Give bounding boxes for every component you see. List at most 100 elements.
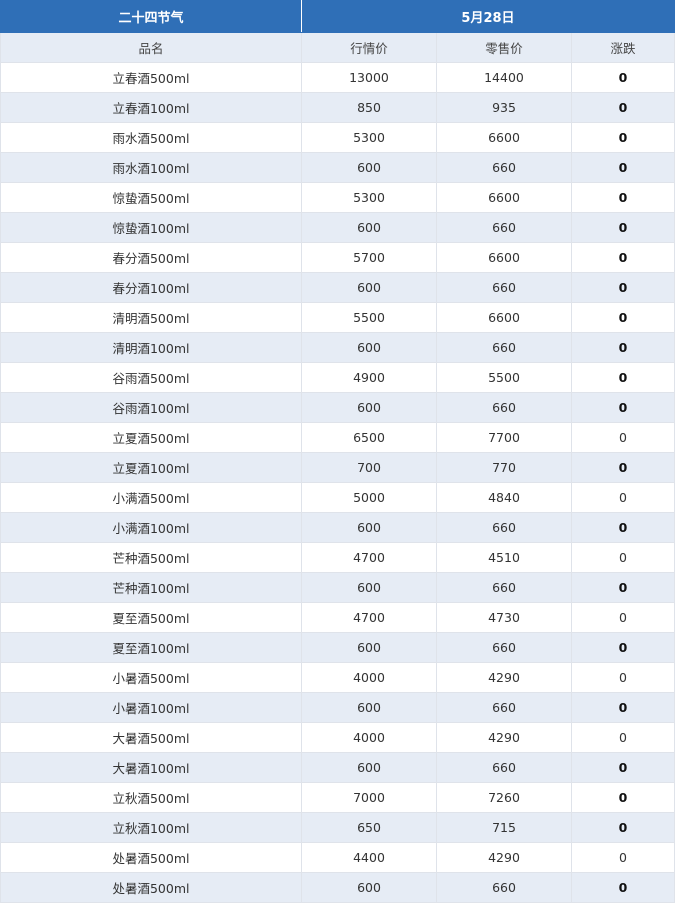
market-price-cell: 600 [301, 332, 437, 363]
market-price-cell: 6500 [301, 422, 437, 453]
product-name-cell: 谷雨酒100ml [0, 392, 302, 423]
product-name-cell: 立春酒100ml [0, 92, 302, 123]
table-row: 谷雨酒100ml 600 660 0 [0, 392, 675, 423]
date-title: 5月28日 [301, 0, 675, 33]
change-cell: 0 [571, 182, 675, 213]
table-row: 惊蛰酒100ml 600 660 0 [0, 212, 675, 243]
market-price-cell: 600 [301, 272, 437, 303]
product-name-cell: 雨水酒500ml [0, 122, 302, 153]
change-cell: 0 [571, 422, 675, 453]
table-row: 芒种酒500ml 4700 4510 0 [0, 542, 675, 573]
product-name-cell: 处暑酒500ml [0, 842, 302, 873]
market-price-cell: 4000 [301, 722, 437, 753]
table-body: 立春酒500ml 13000 14400 0 立春酒100ml 850 935 0 雨水酒500… [0, 62, 675, 903]
product-name-cell: 大暑酒500ml [0, 722, 302, 753]
retail-price-cell: 660 [436, 872, 572, 903]
retail-price-cell: 660 [436, 332, 572, 363]
change-cell: 0 [571, 572, 675, 603]
market-price-cell: 850 [301, 92, 437, 123]
retail-price-cell: 660 [436, 632, 572, 663]
market-price-cell: 600 [301, 692, 437, 723]
retail-price-cell: 6600 [436, 242, 572, 273]
market-price-cell: 4400 [301, 842, 437, 873]
market-price-cell: 600 [301, 392, 437, 423]
product-name-cell: 立秋酒100ml [0, 812, 302, 843]
retail-price-cell: 660 [436, 392, 572, 423]
market-price-cell: 5000 [301, 482, 437, 513]
table-row: 春分酒500ml 5700 6600 0 [0, 242, 675, 273]
change-cell: 0 [571, 602, 675, 633]
retail-price-cell: 14400 [436, 62, 572, 93]
change-cell: 0 [571, 812, 675, 843]
product-name-cell: 小暑酒500ml [0, 662, 302, 693]
retail-price-cell: 6600 [436, 182, 572, 213]
market-price-cell: 4000 [301, 662, 437, 693]
retail-price-cell: 660 [436, 152, 572, 183]
market-price-cell: 600 [301, 572, 437, 603]
retail-price-cell: 4290 [436, 662, 572, 693]
product-name-cell: 小满酒500ml [0, 482, 302, 513]
header-change: 涨跌 [571, 32, 675, 63]
retail-price-cell: 5500 [436, 362, 572, 393]
table-row: 小满酒100ml 600 660 0 [0, 512, 675, 543]
product-name-cell: 立夏酒500ml [0, 422, 302, 453]
retail-price-cell: 660 [436, 572, 572, 603]
retail-price-cell: 660 [436, 752, 572, 783]
retail-price-cell: 6600 [436, 302, 572, 333]
retail-price-cell: 660 [436, 692, 572, 723]
product-name-cell: 小暑酒100ml [0, 692, 302, 723]
change-cell: 0 [571, 362, 675, 393]
table-header-row: 品名 行情价 零售价 涨跌 [0, 32, 675, 63]
retail-price-cell: 4290 [436, 722, 572, 753]
table-row: 惊蛰酒500ml 5300 6600 0 [0, 182, 675, 213]
market-price-cell: 5500 [301, 302, 437, 333]
table-row: 小满酒500ml 5000 4840 0 [0, 482, 675, 513]
market-price-cell: 700 [301, 452, 437, 483]
change-cell: 0 [571, 752, 675, 783]
product-name-cell: 立春酒500ml [0, 62, 302, 93]
change-cell: 0 [571, 332, 675, 363]
table-title-row: 二十四节气 5月28日 [0, 0, 675, 33]
table-row: 处暑酒500ml 600 660 0 [0, 872, 675, 903]
product-name-cell: 处暑酒500ml [0, 872, 302, 903]
retail-price-cell: 7700 [436, 422, 572, 453]
retail-price-cell: 935 [436, 92, 572, 123]
change-cell: 0 [571, 872, 675, 903]
product-name-cell: 芒种酒500ml [0, 542, 302, 573]
change-cell: 0 [571, 692, 675, 723]
retail-price-cell: 4730 [436, 602, 572, 633]
product-name-cell: 惊蛰酒500ml [0, 182, 302, 213]
header-product-name: 品名 [0, 32, 302, 63]
change-cell: 0 [571, 302, 675, 333]
product-name-cell: 芒种酒100ml [0, 572, 302, 603]
change-cell: 0 [571, 62, 675, 93]
product-name-cell: 谷雨酒500ml [0, 362, 302, 393]
market-price-cell: 650 [301, 812, 437, 843]
market-price-cell: 5700 [301, 242, 437, 273]
market-price-cell: 4700 [301, 542, 437, 573]
retail-price-cell: 660 [436, 212, 572, 243]
change-cell: 0 [571, 542, 675, 573]
category-title: 二十四节气 [0, 0, 302, 33]
product-name-cell: 小满酒100ml [0, 512, 302, 543]
market-price-cell: 7000 [301, 782, 437, 813]
product-name-cell: 春分酒100ml [0, 272, 302, 303]
change-cell: 0 [571, 482, 675, 513]
change-cell: 0 [571, 122, 675, 153]
change-cell: 0 [571, 92, 675, 123]
market-price-cell: 4700 [301, 602, 437, 633]
product-name-cell: 惊蛰酒100ml [0, 212, 302, 243]
market-price-cell: 600 [301, 752, 437, 783]
table-row: 芒种酒100ml 600 660 0 [0, 572, 675, 603]
change-cell: 0 [571, 842, 675, 873]
retail-price-cell: 660 [436, 512, 572, 543]
retail-price-cell: 715 [436, 812, 572, 843]
table-row: 大暑酒500ml 4000 4290 0 [0, 722, 675, 753]
market-price-cell: 600 [301, 152, 437, 183]
table-row: 大暑酒100ml 600 660 0 [0, 752, 675, 783]
product-name-cell: 清明酒100ml [0, 332, 302, 363]
market-price-cell: 600 [301, 512, 437, 543]
table-row: 谷雨酒500ml 4900 5500 0 [0, 362, 675, 393]
retail-price-cell: 4510 [436, 542, 572, 573]
change-cell: 0 [571, 242, 675, 273]
